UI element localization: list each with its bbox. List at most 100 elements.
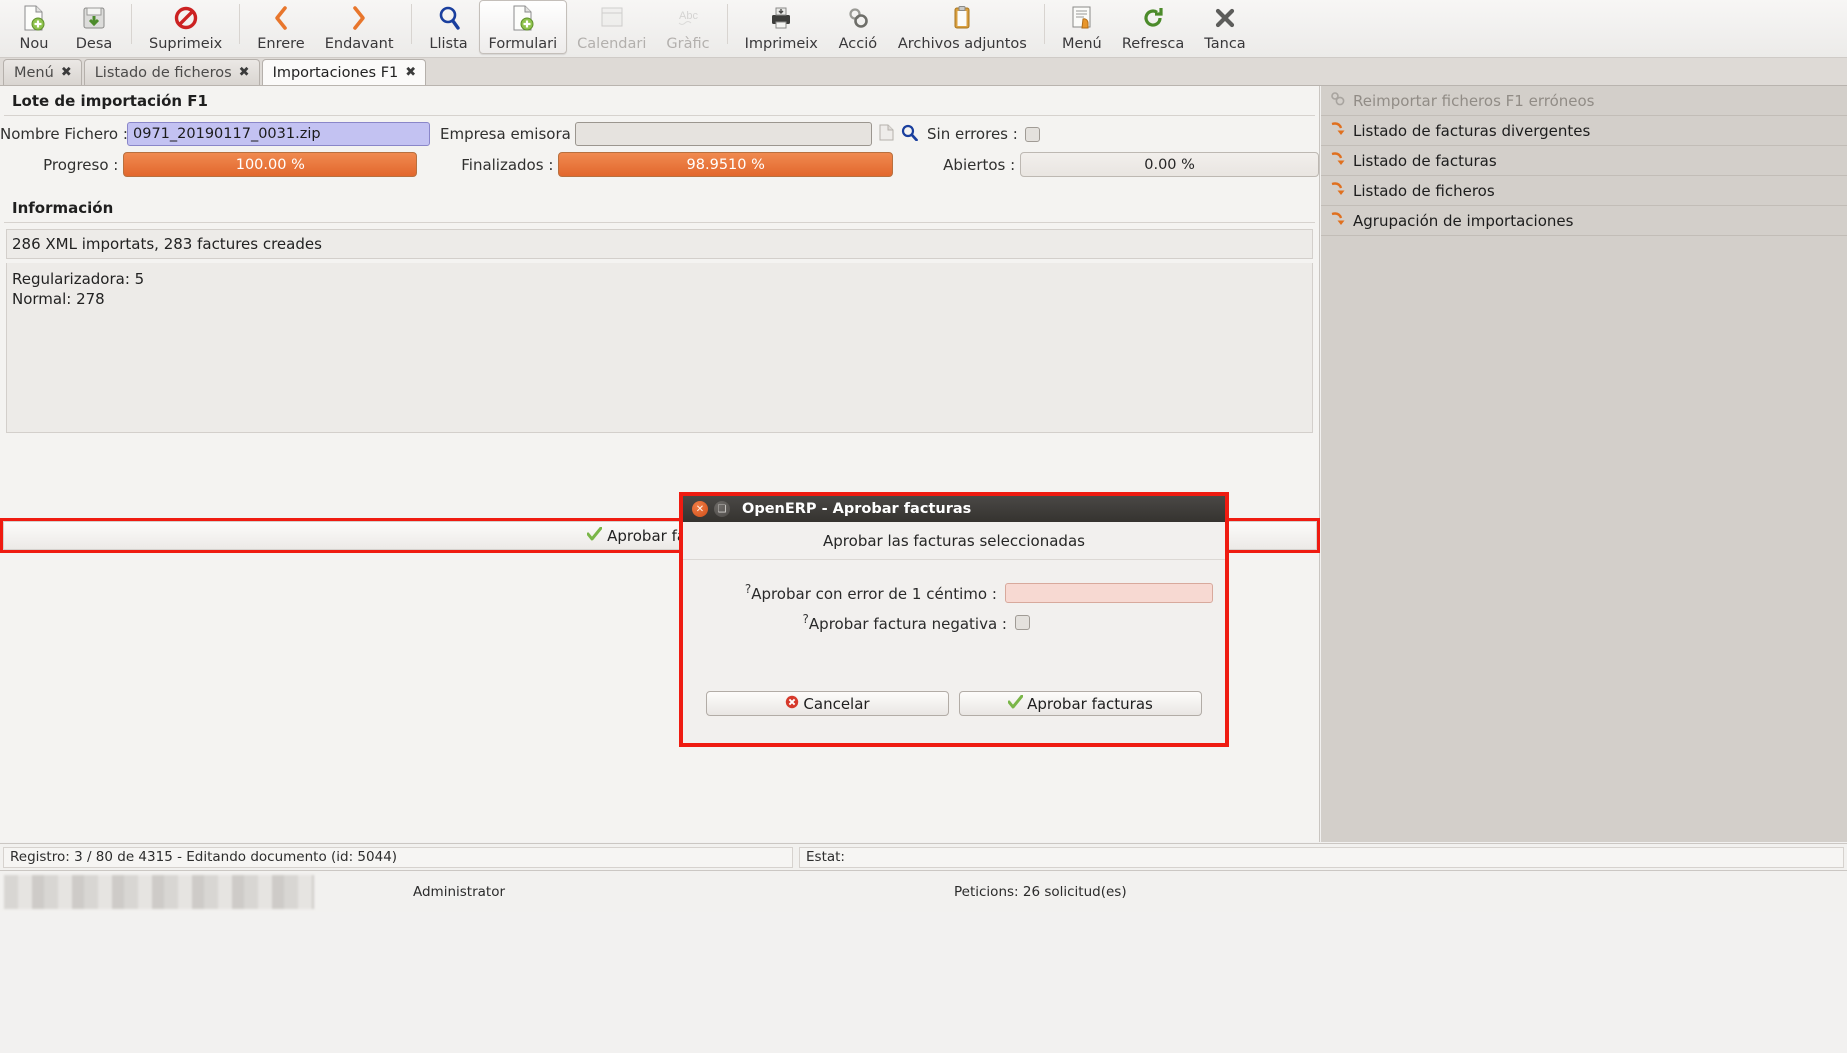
form-row-filename: Nombre Fichero : 0971_20190117_0031.zip … (0, 116, 1319, 146)
toolbar-label: Desa (75, 36, 113, 52)
toolbar-label: Calendari (577, 36, 647, 52)
toolbar-button-desa[interactable]: Desa (64, 0, 124, 54)
form-section-title: Lote de importación F1 (4, 86, 1315, 116)
dialog-row-factura-negativa: ?Aprobar factura negativa : (695, 612, 1213, 633)
dialog-button-row: Cancelar Aprobar facturas (695, 673, 1213, 716)
aprobar-error-centimo-checkbox[interactable] (1004, 582, 1213, 603)
toolbar-button-enrere[interactable]: Enrere (247, 0, 314, 54)
open-record-icon[interactable] (879, 124, 894, 145)
svg-text:Abc: Abc (679, 10, 698, 22)
openerp-client-window: Nou Desa Suprimeix Enrere Endavant Llist… (0, 0, 1847, 1053)
form-icon (511, 5, 535, 31)
toolbar-button-imprimeix[interactable]: Imprimeix (735, 0, 828, 54)
print-icon (769, 5, 793, 31)
dialog-title: OpenERP - Aprobar facturas (742, 501, 972, 517)
toolbar-button-formulari[interactable]: Formulari (478, 0, 568, 54)
orange-arrow-icon (1330, 181, 1345, 200)
info-summary-text: 286 XML importats, 283 factures creades (6, 229, 1313, 259)
menu-icon (1070, 5, 1094, 31)
abiertos-label: Abiertos : (943, 155, 1016, 174)
toolbar-label: Imprimeix (744, 36, 818, 52)
finalizados-progressbar: 98.9510 % (558, 152, 894, 177)
toolbar-button-tanca[interactable]: Tanca (1194, 0, 1255, 54)
close-icon[interactable]: ✕ (692, 501, 708, 517)
toolbar-separator (726, 4, 728, 44)
tab-close-icon[interactable]: ✖ (239, 65, 250, 80)
sidebar-item-label: Listado de facturas (1353, 151, 1497, 170)
toolbar-label: Suprimeix (149, 36, 223, 52)
sidebar-item-listado-facturas[interactable]: Listado de facturas (1321, 146, 1847, 176)
tab-close-icon[interactable]: ✖ (61, 65, 72, 80)
sidebar-item-listado-ficheros[interactable]: Listado de ficheros (1321, 176, 1847, 206)
nombre-fichero-label: Nombre Fichero : (0, 125, 128, 143)
tab-close-icon[interactable]: ✖ (405, 65, 416, 80)
tab-label: Menú (14, 64, 54, 81)
calendar-icon (600, 5, 624, 31)
aprobar-factura-negativa-checkbox[interactable] (1015, 615, 1030, 630)
tab-importaciones-f1[interactable]: Importaciones F1 ✖ (261, 59, 427, 85)
sidebar-item-listado-facturas-divergentes[interactable]: Listado de facturas divergentes (1321, 116, 1847, 146)
toolbar-label: Acció (838, 36, 878, 52)
toolbar-label: Archivos adjuntos (897, 36, 1027, 52)
dialog-heading: Aprobar las facturas seleccionadas (683, 522, 1225, 560)
info-detail-box: Regularizadora: 5 Normal: 278 (6, 263, 1313, 433)
tab-listado-de-ficheros[interactable]: Listado de ficheros ✖ (83, 59, 260, 85)
main-toolbar: Nou Desa Suprimeix Enrere Endavant Llist… (0, 0, 1847, 58)
new-document-icon (22, 5, 46, 31)
redacted-region (4, 874, 314, 909)
sidebar-item-label: Listado de ficheros (1353, 181, 1495, 200)
action-sidebar: Reimportar ficheros F1 erróneos Listado … (1321, 86, 1847, 842)
record-info-text: Registro: 3 / 80 de 4315 - Editando docu… (3, 846, 793, 868)
empresa-emisora-label: Empresa emisora : (440, 125, 581, 143)
dialog-row-error-centimo: ?Aprobar con error de 1 céntimo : (695, 582, 1213, 603)
toolbar-label: Refresca (1121, 36, 1185, 52)
toolbar-label: Nou (19, 36, 49, 52)
sidebar-item-reimportar-ficheros: Reimportar ficheros F1 erróneos (1321, 86, 1847, 116)
tab-label: Importaciones F1 (272, 64, 399, 81)
info-detail-line-1: Regularizadora: 5 (12, 270, 145, 288)
estat-label: Estat: (799, 846, 1844, 868)
toolbar-button-menu[interactable]: Menú (1052, 0, 1112, 54)
info-detail-line-2: Normal: 278 (12, 290, 105, 308)
sin-errores-checkbox[interactable] (1024, 126, 1040, 142)
close-x-icon (1213, 5, 1237, 31)
toolbar-label: Endavant (324, 36, 394, 52)
delete-icon (174, 5, 198, 31)
cancel-button-label: Cancelar (803, 694, 870, 713)
clipboard-icon (950, 5, 974, 31)
sidebar-item-agrupacion-importaciones[interactable]: Agrupación de importaciones (1321, 206, 1847, 236)
record-status-bar: Registro: 3 / 80 de 4315 - Editando docu… (0, 843, 1847, 870)
cancel-button[interactable]: Cancelar (706, 691, 949, 716)
red-cancel-icon (785, 695, 799, 713)
nombre-fichero-input[interactable]: 0971_20190117_0031.zip (127, 122, 430, 146)
sidebar-item-label: Reimportar ficheros F1 erróneos (1353, 91, 1595, 110)
empresa-emisora-input[interactable] (575, 122, 872, 146)
tab-label: Listado de ficheros (94, 64, 232, 81)
toolbar-label: Llista (429, 36, 468, 52)
approve-invoices-dialog: ✕ ❑ OpenERP - Aprobar facturas Aprobar l… (683, 496, 1225, 743)
approve-button[interactable]: Aprobar facturas (959, 691, 1202, 716)
search-record-icon[interactable] (901, 124, 918, 145)
list-search-icon (437, 5, 461, 31)
approve-invoices-dialog-highlight: ✕ ❑ OpenERP - Aprobar facturas Aprobar l… (679, 492, 1229, 747)
toolbar-separator (131, 4, 132, 44)
sidebar-item-label: Listado de facturas divergentes (1353, 121, 1591, 140)
toolbar-button-accio[interactable]: Acció (828, 0, 888, 54)
toolbar-label: Formulari (488, 36, 558, 52)
toolbar-button-llista[interactable]: Llista (419, 0, 479, 54)
toolbar-button-grafic: Abc Gràfic (656, 0, 719, 54)
toolbar-button-suprimeix[interactable]: Suprimeix (139, 0, 232, 54)
toolbar-button-archivos-adjuntos[interactable]: Archivos adjuntos (888, 0, 1037, 54)
aprobar-factura-negativa-label: ?Aprobar factura negativa : (695, 612, 1007, 633)
orange-arrow-icon (1330, 121, 1345, 140)
gears-small-icon (1330, 91, 1345, 110)
current-user-label: Administrator (412, 883, 506, 900)
toolbar-button-refresca[interactable]: Refresca (1112, 0, 1194, 54)
tab-menu[interactable]: Menú ✖ (3, 59, 82, 85)
toolbar-button-endavant[interactable]: Endavant (315, 0, 404, 54)
abiertos-progressbar: 0.00 % (1020, 152, 1319, 177)
toolbar-label: Menú (1061, 36, 1102, 52)
dialog-titlebar: ✕ ❑ OpenERP - Aprobar facturas (683, 496, 1225, 522)
maximize-icon[interactable]: ❑ (714, 501, 730, 517)
toolbar-button-nou[interactable]: Nou (4, 0, 64, 54)
